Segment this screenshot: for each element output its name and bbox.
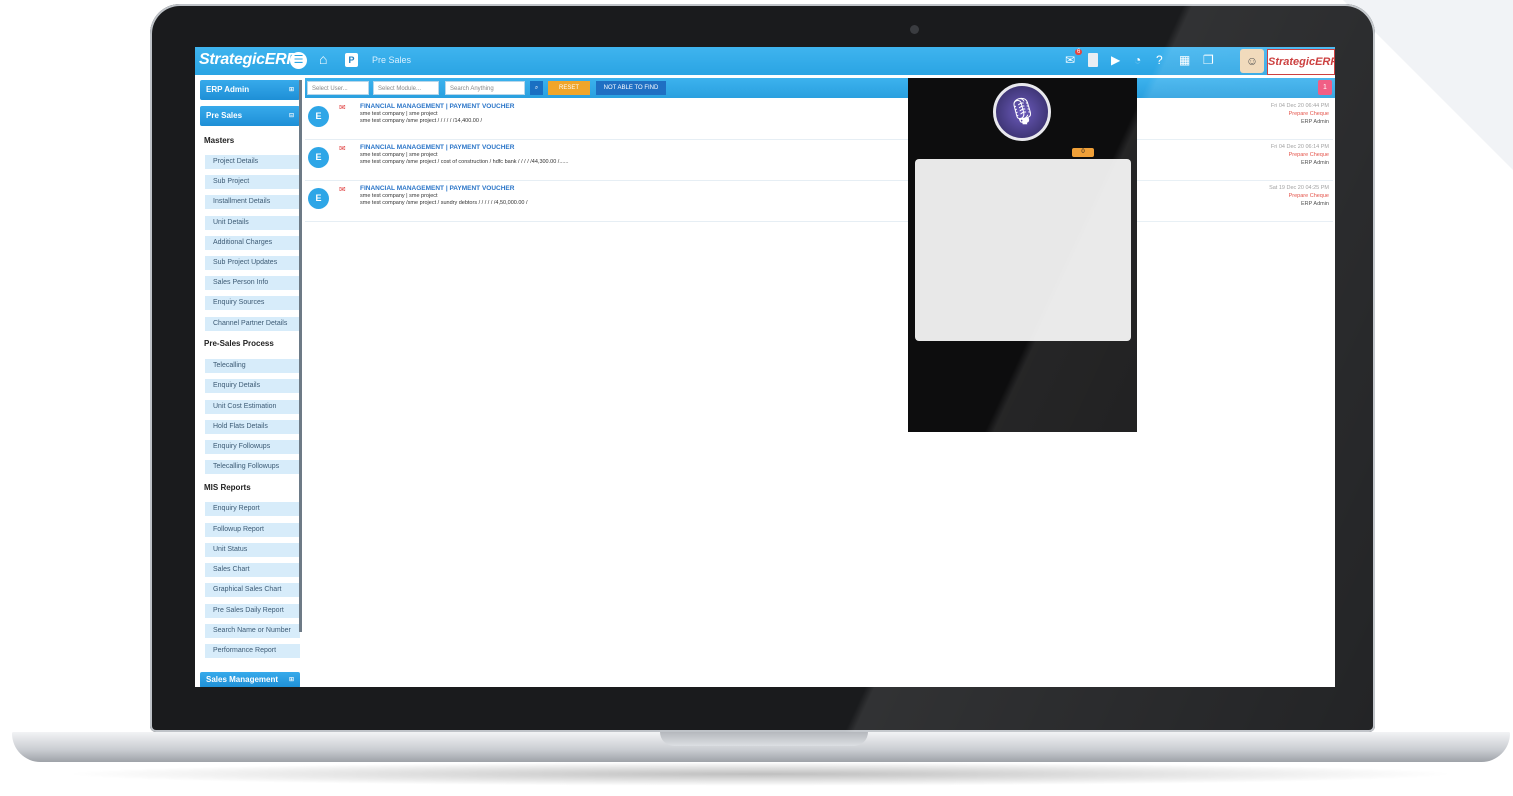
sidebar-item-telecalling-followups[interactable]: Telecalling Followups (205, 460, 300, 474)
reset-button[interactable]: RESET (548, 81, 590, 95)
avatar: E (308, 147, 329, 168)
sidebar-head-erp-admin[interactable]: ERP Admin ⊞ (200, 80, 300, 100)
menu-icon[interactable]: ☰ (290, 52, 307, 69)
sidebar-item-graphical-sales-chart[interactable]: Graphical Sales Chart (205, 583, 300, 597)
notification-status: Prepare Cheque (1288, 111, 1329, 117)
sidebar-item-enquiry-details[interactable]: Enquiry Details (205, 379, 300, 393)
sidebar-item-additional-charges[interactable]: Additional Charges (205, 236, 300, 250)
mail-icon: ✉ (339, 144, 346, 153)
sidebar: ERP Admin ⊞ Pre Sales ⊟ Masters Project … (200, 80, 300, 687)
notification-date: Fri 04 Dec 20 06:14 PM (1270, 144, 1329, 150)
sidebar-head-label: Sales Management (206, 675, 279, 684)
avatar: E (308, 106, 329, 127)
sidebar-item-installment-details[interactable]: Installment Details (205, 195, 300, 209)
sidebar-item-sub-project[interactable]: Sub Project (205, 175, 300, 189)
notification-user: ERP Admin (1300, 201, 1329, 207)
search-input[interactable]: Search Anything (445, 81, 525, 95)
mail-icon: ✉ (339, 185, 346, 194)
voice-chip[interactable]: 0 (1072, 148, 1094, 157)
list-item[interactable]: E ✉ FINANCIAL MANAGEMENT | PAYMENT VOUCH… (305, 100, 1333, 140)
select-user-dropdown[interactable]: Select User... (307, 81, 369, 95)
sidebar-item-sales-person-info[interactable]: Sales Person Info (205, 276, 300, 290)
sidebar-head-label: Pre Sales (206, 111, 243, 120)
avatar: E (308, 188, 329, 209)
not-able-to-find-button[interactable]: NOT ABLE TO FIND (596, 81, 666, 95)
microphone-icon: 🎙 (1005, 96, 1039, 126)
p-button[interactable]: P (345, 53, 358, 67)
filter-bar: Select User... Select Module... Search A… (305, 78, 1335, 98)
voice-assistant-panel: 🎙 0 (908, 78, 1137, 432)
list-item[interactable]: E ✉ FINANCIAL MANAGEMENT | PAYMENT VOUCH… (305, 182, 1333, 222)
chevron-icon: ⊞ (288, 87, 294, 93)
sidebar-scrollbar[interactable] (299, 80, 302, 632)
sidebar-item-performance-report[interactable]: Performance Report (205, 644, 300, 658)
microphone-button[interactable]: 🎙 (993, 83, 1051, 141)
app-screen: StrategicERP ☰ ⌂ P Pre Sales ✉ 6 ▶ ◔ ? ▦… (195, 47, 1335, 687)
notification-details: sme test company /sme project / sundry d… (360, 200, 528, 206)
sidebar-item-project-details[interactable]: Project Details (205, 155, 300, 169)
user-avatar-icon[interactable]: ☺ (1240, 49, 1264, 73)
notification-count-button[interactable]: 1 (1318, 80, 1332, 95)
top-bar: StrategicERP ☰ ⌂ P Pre Sales ✉ 6 ▶ ◔ ? ▦… (195, 47, 1335, 75)
notification-company: sme test company | sme project (360, 193, 438, 199)
laptop-shadow (60, 762, 1460, 786)
calculator-icon[interactable]: ▦ (1179, 53, 1190, 67)
help-icon[interactable]: ? (1156, 53, 1163, 67)
laptop-camera (910, 25, 919, 34)
mail-icon[interactable]: ✉ (1065, 53, 1075, 67)
sidebar-item-telecalling[interactable]: Telecalling (205, 359, 300, 373)
chevron-icon: ⊞ (288, 677, 294, 683)
notification-status: Prepare Cheque (1288, 152, 1329, 158)
sidebar-item-channel-partner-details[interactable]: Channel Partner Details (205, 317, 300, 331)
voice-result-box (915, 159, 1131, 341)
breadcrumb[interactable]: Pre Sales (372, 55, 411, 65)
sidebar-item-search-name-or-number[interactable]: Search Name or Number (205, 624, 300, 638)
notification-details: sme test company /sme project / cost of … (360, 159, 569, 165)
pie-chart-icon[interactable]: ◔ (1134, 53, 1141, 67)
sidebar-item-unit-status[interactable]: Unit Status (205, 543, 300, 557)
sidebar-item-enquiry-sources[interactable]: Enquiry Sources (205, 296, 300, 310)
notification-date: Fri 04 Dec 20 06:44 PM (1270, 103, 1329, 109)
youtube-icon[interactable]: ▶ (1111, 53, 1120, 67)
search-button[interactable]: ⌕ (530, 81, 543, 95)
sidebar-item-hold-flats-details[interactable]: Hold Flats Details (205, 420, 300, 434)
sidebar-item-pre-sales-daily-report[interactable]: Pre Sales Daily Report (205, 604, 300, 618)
notification-user: ERP Admin (1300, 160, 1329, 166)
notification-title[interactable]: FINANCIAL MANAGEMENT | PAYMENT VOUCHER (360, 103, 514, 110)
notification-date: Sat 19 Dec 20 04:25 PM (1269, 185, 1329, 191)
bookmark-icon[interactable] (1088, 53, 1098, 67)
section-mis-reports: MIS Reports (204, 483, 251, 492)
sidebar-item-sub-project-updates[interactable]: Sub Project Updates (205, 256, 300, 270)
sidebar-item-enquiry-report[interactable]: Enquiry Report (205, 502, 300, 516)
notification-company: sme test company | sme project (360, 111, 438, 117)
sidebar-head-label: ERP Admin (206, 85, 250, 94)
mail-icon: ✉ (339, 103, 346, 112)
section-pre-sales-process: Pre-Sales Process (204, 339, 274, 348)
brand-badge[interactable]: StrategicERP (1267, 49, 1335, 75)
window-icon[interactable]: ❐ (1203, 53, 1214, 67)
notification-user: ERP Admin (1300, 119, 1329, 125)
notification-details: sme test company /sme project / / / / / … (360, 118, 482, 124)
sidebar-head-pre-sales[interactable]: Pre Sales ⊟ (200, 106, 300, 126)
sidebar-head-sales-management[interactable]: Sales Management ⊞ (200, 672, 300, 687)
notification-title[interactable]: FINANCIAL MANAGEMENT | PAYMENT VOUCHER (360, 144, 514, 151)
mail-count-badge: 6 (1075, 49, 1083, 55)
notification-status: Prepare Cheque (1288, 193, 1329, 199)
sidebar-item-unit-details[interactable]: Unit Details (205, 216, 300, 230)
notification-title[interactable]: FINANCIAL MANAGEMENT | PAYMENT VOUCHER (360, 185, 514, 192)
list-item[interactable]: E ✉ FINANCIAL MANAGEMENT | PAYMENT VOUCH… (305, 141, 1333, 181)
sidebar-item-sales-chart[interactable]: Sales Chart (205, 563, 300, 577)
section-masters: Masters (204, 136, 235, 145)
select-module-dropdown[interactable]: Select Module... (373, 81, 439, 95)
notification-company: sme test company | sme project (360, 152, 438, 158)
sidebar-item-enquiry-followups[interactable]: Enquiry Followups (205, 440, 300, 454)
chevron-icon: ⊟ (288, 113, 294, 119)
sidebar-item-unit-cost-estimation[interactable]: Unit Cost Estimation (205, 400, 300, 414)
home-icon[interactable]: ⌂ (319, 51, 327, 67)
sidebar-item-followup-report[interactable]: Followup Report (205, 523, 300, 537)
app-logo[interactable]: StrategicERP (199, 51, 297, 69)
laptop-notch (660, 732, 868, 746)
